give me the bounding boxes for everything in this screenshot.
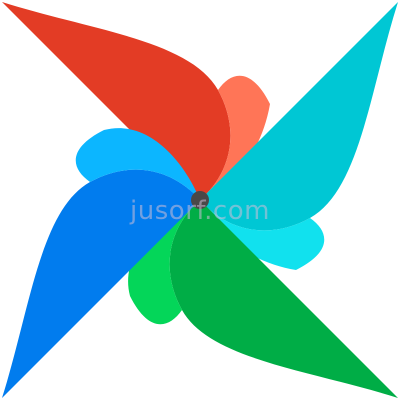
pinwheel-logo [2,2,398,398]
center-dot [191,191,209,209]
logo-canvas: jusorf.com [0,0,400,400]
